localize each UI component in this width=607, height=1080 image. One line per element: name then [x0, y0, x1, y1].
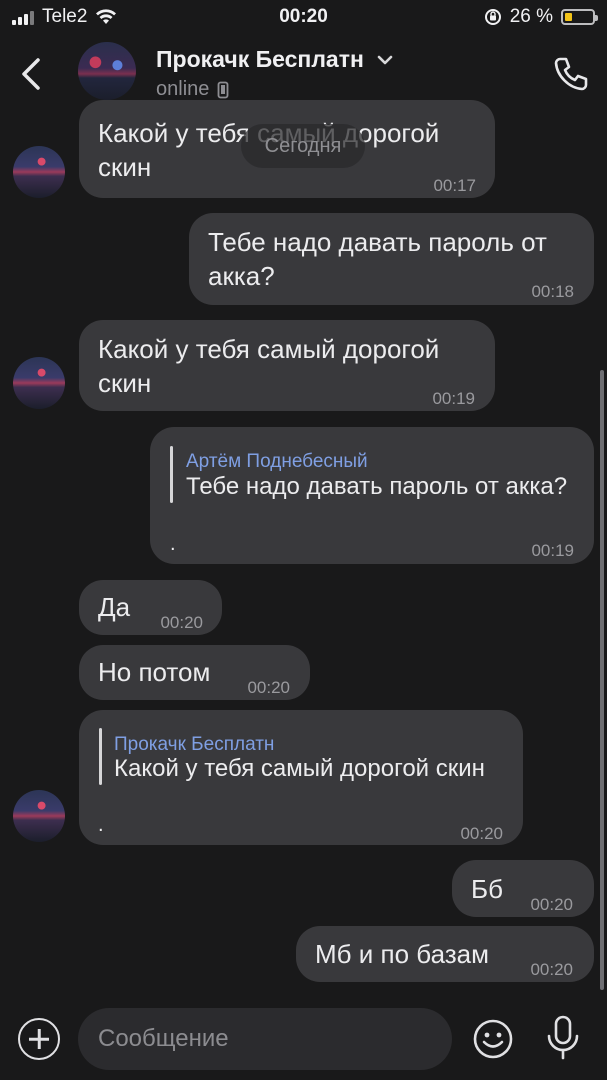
phone-icon[interactable] [551, 54, 591, 94]
message-text: Тебе надо давать пароль от акка? [208, 227, 547, 291]
emoji-icon[interactable] [472, 1018, 514, 1060]
message-text: . [170, 533, 176, 555]
sender-avatar[interactable] [13, 790, 65, 842]
contact-name-row[interactable]: Прокачк Бесплатн [156, 46, 394, 73]
message-bubble-incoming[interactable]: Да 00:20 [79, 580, 222, 635]
message-time: 00:18 [531, 282, 574, 301]
message-time: 00:20 [530, 960, 573, 979]
sender-avatar[interactable] [13, 146, 65, 198]
date-divider: Сегодня [241, 124, 365, 168]
reply-bar [170, 446, 173, 503]
status-right: 26 % [484, 6, 598, 28]
message-bubble-incoming-reply[interactable]: Прокачк Бесплатн Какой у тебя самый доро… [79, 710, 523, 845]
reply-quote: Тебе надо давать пароль от акка? [186, 473, 568, 500]
scrollbar[interactable] [600, 370, 604, 990]
message-time: 00:19 [432, 389, 475, 408]
message-bubble-outgoing[interactable]: Тебе надо давать пароль от акка? 00:18 [189, 213, 594, 305]
message-time: 00:20 [247, 678, 290, 697]
status-bar: Tele2 00:20 26 % [0, 0, 607, 36]
message-text: Но потом [98, 657, 211, 687]
contact-status: online [156, 78, 229, 101]
message-bubble-outgoing[interactable]: Мб и по базам 00:20 [296, 926, 594, 982]
message-bubble-incoming[interactable]: Какой у тебя самый дорогой скин 00:19 [79, 320, 495, 411]
message-text: Да [98, 592, 131, 622]
message-time: 00:20 [160, 613, 203, 632]
reply-bar [99, 728, 102, 785]
sender-avatar[interactable] [13, 357, 65, 409]
battery-percent: 26 % [509, 6, 553, 27]
message-time: 00:19 [531, 541, 574, 560]
contact-avatar[interactable] [78, 42, 136, 100]
contact-name: Прокачк Бесплатн [156, 46, 364, 72]
message-text: . [98, 814, 104, 836]
message-bubble-outgoing[interactable]: Бб 00:20 [452, 860, 594, 917]
microphone-icon[interactable] [543, 1014, 583, 1062]
message-text: Мб и по базам [315, 939, 490, 969]
battery-icon [561, 9, 598, 25]
message-bubble-incoming[interactable]: Но потом 00:20 [79, 645, 310, 700]
status-text: online [156, 78, 210, 100]
chevron-down-icon [377, 55, 393, 64]
message-bubble-outgoing-reply[interactable]: Артём Поднебесный Тебе надо давать парол… [150, 427, 594, 564]
reply-quote: Какой у тебя самый дорогой скин [114, 755, 485, 782]
message-text: Бб [471, 874, 503, 904]
message-input[interactable]: Сообщение [78, 1008, 452, 1070]
message-time: 00:20 [460, 824, 503, 843]
message-time: 00:17 [433, 176, 476, 195]
message-text: Какой у тебя самый дорогойскин [98, 334, 440, 398]
message-time: 00:20 [530, 895, 573, 914]
plus-icon[interactable] [18, 1018, 60, 1060]
back-chevron-icon[interactable] [14, 54, 50, 94]
message-composer: Сообщение [0, 1000, 607, 1080]
orientation-lock-icon [484, 9, 501, 25]
mobile-device-icon [217, 81, 229, 98]
